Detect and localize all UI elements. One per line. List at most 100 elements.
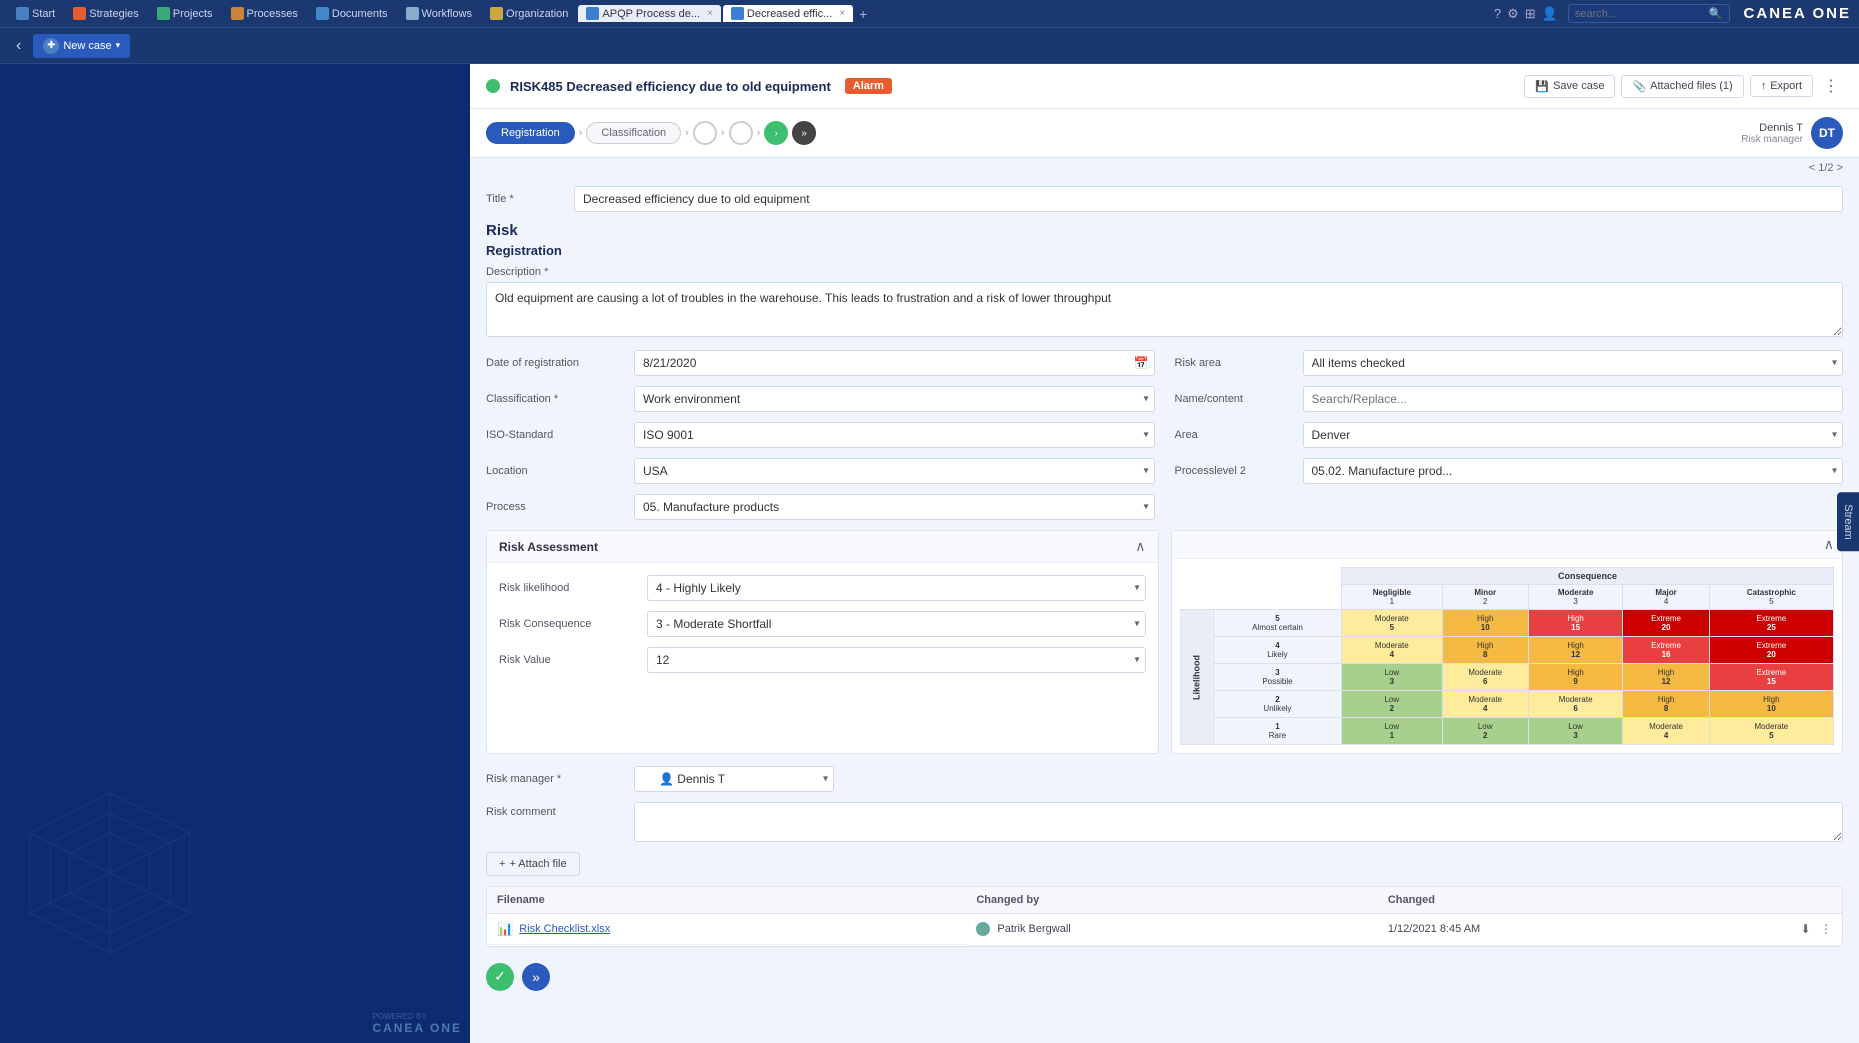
title-input[interactable] — [574, 186, 1843, 212]
process-label: Process — [486, 501, 626, 513]
risk-assessment-section: Risk Assessment ∧ Risk likelihood 4 - Hi… — [486, 530, 1159, 754]
user-role: Risk manager — [1741, 134, 1803, 145]
back-button[interactable]: ‹ — [12, 35, 25, 57]
forward-button[interactable]: » — [522, 963, 550, 991]
classification-select[interactable]: Work environment — [634, 386, 1155, 412]
documents-icon — [316, 7, 329, 20]
nav-tab-documents[interactable]: Documents — [308, 5, 396, 22]
col-changed: Changed — [1378, 887, 1782, 914]
risk-matrix-collapse[interactable]: ∧ — [1824, 536, 1834, 553]
nav-tab-start[interactable]: Start — [8, 5, 63, 22]
processlevel2-row: Processlevel 2 05.02. Manufacture prod..… — [1175, 458, 1844, 484]
apqp-tab-close[interactable]: × — [707, 8, 713, 19]
step-classification[interactable]: Classification — [586, 122, 681, 144]
risk-manager-select[interactable]: 👤 Dennis T — [634, 766, 834, 792]
name-content-input[interactable] — [1303, 386, 1844, 412]
risk-consequence-row: Risk Consequence 3 - Moderate Shortfall … — [499, 611, 1146, 637]
powered-by-label: POWERED BY — [372, 1012, 462, 1021]
alarm-badge: Alarm — [845, 78, 892, 94]
risk-area-select[interactable]: All items checked — [1303, 350, 1844, 376]
process-select[interactable]: 05. Manufacture products — [634, 494, 1155, 520]
confirm-button[interactable]: ✓ — [486, 963, 514, 991]
step-circle-green[interactable]: › — [764, 121, 788, 145]
attach-plus-icon: + — [499, 858, 505, 870]
file-type-icon: 📊 — [497, 921, 513, 937]
risk-consequence-select[interactable]: 3 - Moderate Shortfall — [647, 611, 1146, 637]
new-case-button[interactable]: ✚ New case ▾ — [33, 34, 130, 58]
nav-tab-projects[interactable]: Projects — [149, 5, 221, 22]
apqp-tab-icon — [586, 7, 599, 20]
changed-by-avatar — [976, 922, 990, 936]
confirm-icon: ✓ — [494, 968, 506, 985]
description-label: Description * — [486, 266, 1843, 278]
nav-search-icon: 🔍 — [1709, 7, 1723, 20]
logo: CANEA ONE — [1744, 5, 1851, 22]
nav-tab-risk[interactable]: Decreased effic... × — [723, 5, 853, 22]
file-download-icon[interactable]: ⬇ — [1801, 922, 1811, 936]
attached-files-button[interactable]: 📎 Attached files (1) — [1621, 75, 1743, 98]
risk-value-select[interactable]: 12 — [647, 647, 1146, 673]
file-more-icon[interactable]: ⋮ — [1820, 922, 1832, 936]
risk-likelihood-label: Risk likelihood — [499, 582, 639, 594]
risk-matrix-section: ∧ Consequence — [1171, 530, 1844, 754]
save-case-button[interactable]: 💾 Save case — [1524, 75, 1615, 98]
risk-comment-input[interactable] — [634, 802, 1843, 842]
nav-tab-processes[interactable]: Processes — [223, 5, 306, 22]
nav-search-input[interactable] — [1575, 8, 1705, 20]
workflow-bar: Registration › Classification › › › › » … — [470, 109, 1859, 158]
canea-logo-bottom: CANEA ONE — [372, 1021, 462, 1035]
location-label: Location — [486, 465, 626, 477]
risk-consequence-label: Risk Consequence — [499, 618, 639, 630]
projects-icon — [157, 7, 170, 20]
settings-icon[interactable]: ⚙ — [1507, 6, 1519, 22]
risk-likelihood-select[interactable]: 4 - Highly Likely — [647, 575, 1146, 601]
nav-tab-strategies[interactable]: Strategies — [65, 5, 147, 22]
workflows-icon — [406, 7, 419, 20]
nav-tab-workflows[interactable]: Workflows — [398, 5, 481, 22]
risk-assessment-collapse[interactable]: ∧ — [1135, 538, 1145, 555]
location-select[interactable]: USA — [634, 458, 1155, 484]
user-icon[interactable]: 👤 — [1542, 6, 1558, 22]
step-circle-dark[interactable]: » — [792, 121, 816, 145]
more-options-button[interactable]: ⋮ — [1819, 74, 1843, 98]
iso-row: ISO-Standard ISO 9001 ▾ — [486, 422, 1155, 448]
step-circle-3[interactable] — [693, 121, 717, 145]
step-arrow-1: › — [579, 127, 583, 139]
changed-by: Patrik Bergwall — [997, 923, 1070, 935]
case-status-dot — [486, 79, 500, 93]
step-registration[interactable]: Registration — [486, 122, 575, 144]
processlevel2-select[interactable]: 05.02. Manufacture prod... — [1303, 458, 1844, 484]
attach-file-button[interactable]: + + Attach file — [486, 852, 580, 876]
save-icon: 💾 — [1535, 80, 1549, 93]
name-content-row: Name/content — [1175, 386, 1844, 412]
file-table: Filename Changed by Changed 📊 Risk Check… — [487, 887, 1842, 946]
step-arrow-4: › — [757, 127, 761, 139]
windows-icon[interactable]: ⊞ — [1525, 6, 1536, 22]
area-label: Area — [1175, 429, 1295, 441]
col-changed-by: Changed by — [966, 887, 1378, 914]
description-input[interactable]: Old equipment are causing a lot of troub… — [486, 282, 1843, 337]
area-select[interactable]: Denver — [1303, 422, 1844, 448]
risk-assessment-header: Risk Assessment ∧ — [487, 531, 1158, 563]
nav-tab-organization[interactable]: Organization — [482, 5, 576, 22]
user-name: Dennis T — [1741, 122, 1803, 134]
export-icon: ↑ — [1761, 80, 1767, 92]
date-input[interactable] — [634, 350, 1155, 376]
help-icon[interactable]: ? — [1494, 6, 1501, 21]
risk-assessment-title: Risk Assessment — [499, 540, 598, 554]
iso-select[interactable]: ISO 9001 — [634, 422, 1155, 448]
location-row: Location USA ▾ — [486, 458, 1155, 484]
forward-icon: » — [532, 969, 540, 985]
streamer-tab[interactable]: Stream — [1837, 492, 1859, 551]
risk-tab-close[interactable]: × — [839, 8, 845, 19]
classification-label: Classification * — [486, 393, 626, 405]
step-circle-4[interactable] — [729, 121, 753, 145]
new-tab-button[interactable]: + — [859, 6, 867, 22]
name-content-label: Name/content — [1175, 393, 1295, 405]
risk-manager-label: Risk manager * — [486, 773, 626, 785]
risk-tab-icon — [731, 7, 744, 20]
section-registration-heading: Registration — [486, 243, 1843, 258]
nav-tab-apqp[interactable]: APQP Process de... × — [578, 5, 720, 22]
date-row: Date of registration 📅 — [486, 350, 1155, 376]
export-button[interactable]: ↑ Export — [1750, 75, 1813, 97]
